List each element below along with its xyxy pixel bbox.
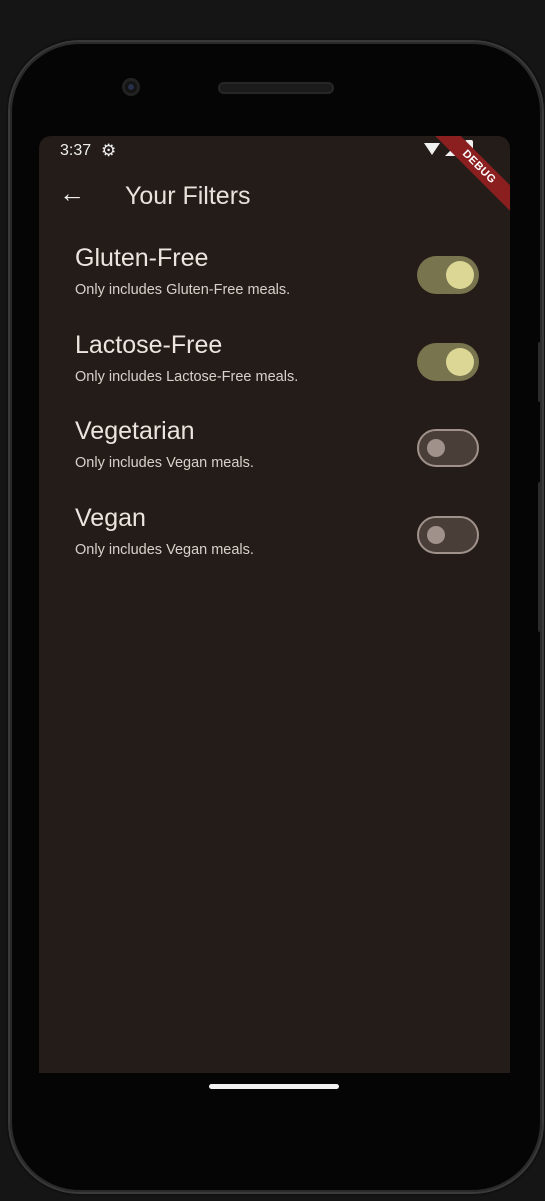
filter-subtitle: Only includes Gluten-Free meals. xyxy=(75,282,291,298)
gesture-nav-bar xyxy=(39,1073,510,1153)
status-time: 3:37 xyxy=(60,142,92,159)
page-title: Your Filters xyxy=(125,182,251,210)
vegan-switch[interactable] xyxy=(417,515,479,554)
vegetarian-switch[interactable] xyxy=(417,429,479,467)
switch-thumb xyxy=(446,347,474,376)
app-screen: 3:37 ⚙ DEBUG ← Your Filters Gluten-Free … xyxy=(39,136,510,1073)
filter-title: Gluten-Free xyxy=(75,244,209,272)
gear-icon: ⚙ xyxy=(101,141,117,160)
lactose-free-switch[interactable] xyxy=(417,342,479,381)
filter-tile-lactose-free[interactable]: Lactose-Free Only includes Lactose-Free … xyxy=(39,323,510,410)
app-bar: ← Your Filters xyxy=(39,166,510,226)
front-camera xyxy=(122,78,140,96)
filters-list: Gluten-Free Only includes Gluten-Free me… xyxy=(39,236,510,582)
filter-tile-gluten-free[interactable]: Gluten-Free Only includes Gluten-Free me… xyxy=(39,236,510,323)
filter-tile-vegetarian[interactable]: Vegetarian Only includes Vegan meals. xyxy=(39,409,510,496)
phone-frame: 3:37 ⚙ DEBUG ← Your Filters Gluten-Free … xyxy=(10,42,542,1192)
power-button xyxy=(538,482,542,632)
filter-subtitle: Only includes Vegan meals. xyxy=(75,541,254,558)
filter-tile-vegan[interactable]: Vegan Only includes Vegan meals. xyxy=(39,496,510,583)
filter-title: Vegan xyxy=(75,503,146,532)
filter-title: Vegetarian xyxy=(75,417,195,445)
wifi-icon xyxy=(424,143,440,155)
switch-thumb xyxy=(427,525,445,544)
filter-subtitle: Only includes Vegan meals. xyxy=(75,455,254,471)
switch-thumb xyxy=(446,261,474,289)
filter-subtitle: Only includes Lactose-Free meals. xyxy=(75,368,299,385)
volume-button xyxy=(538,342,542,402)
filter-title: Lactose-Free xyxy=(75,330,223,359)
home-indicator[interactable] xyxy=(209,1084,339,1089)
gluten-free-switch[interactable] xyxy=(417,256,479,294)
switch-thumb xyxy=(427,439,445,457)
earpiece-speaker xyxy=(218,82,334,94)
arrow-back-icon[interactable]: ← xyxy=(59,180,85,206)
